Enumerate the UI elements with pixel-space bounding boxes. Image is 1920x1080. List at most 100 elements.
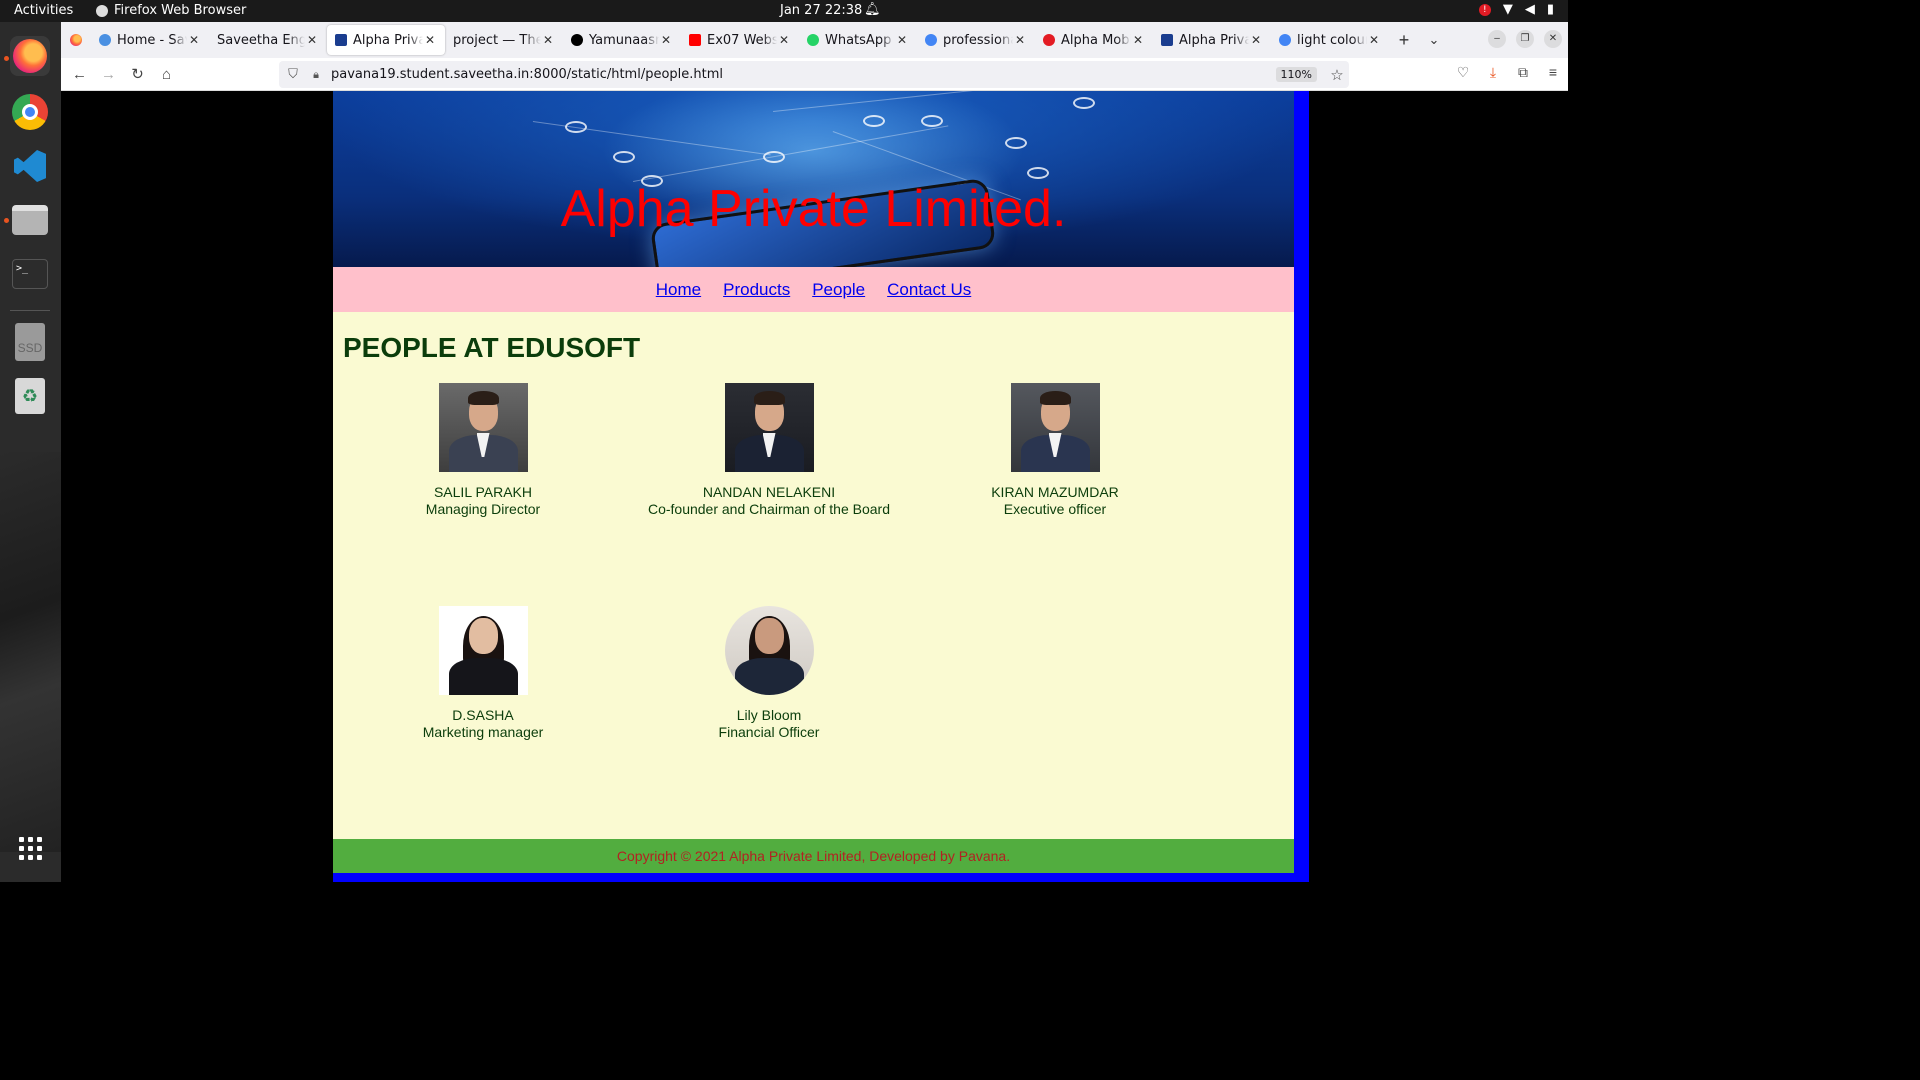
person-name: D.SASHA <box>452 707 514 723</box>
tab-github[interactable]: Yamunaasri/ ✕ <box>563 25 681 55</box>
ssd-drive-icon[interactable]: SSD <box>10 322 50 362</box>
person-name: NANDAN NELAKENI <box>702 484 836 500</box>
system-tray[interactable]: ! ▼ ◀︎ ▮ <box>1478 2 1554 17</box>
list-all-tabs-icon[interactable]: ⌄ <box>1419 32 1449 48</box>
firefox-small-icon <box>96 4 108 17</box>
notification-bell-icon[interactable]: 🔔︎ <box>864 2 881 17</box>
hamburger-menu-icon[interactable]: ≡ <box>1542 64 1564 81</box>
nav-link-home[interactable]: Home <box>656 280 701 300</box>
close-tab-icon[interactable]: ✕ <box>187 33 201 47</box>
app-menu[interactable]: Firefox Web Browser <box>96 3 246 18</box>
tab-saveetha-engineering[interactable]: Saveetha Engineering ✕ <box>209 25 327 55</box>
tab-title: Saveetha Engineering <box>217 32 305 48</box>
app-menu-label: Firefox Web Browser <box>114 3 247 18</box>
tab-alpha-private-active[interactable]: Alpha Private Limited ✕ <box>327 25 445 55</box>
youtube-icon <box>689 34 701 46</box>
close-tab-icon[interactable]: ✕ <box>423 33 437 47</box>
extensions-icon[interactable]: ⧉ <box>1512 64 1534 81</box>
close-tab-icon[interactable]: ✕ <box>1367 33 1381 47</box>
desktop-wallpaper <box>0 452 61 852</box>
close-tab-icon[interactable]: ✕ <box>541 33 555 47</box>
person-photo <box>724 606 814 695</box>
close-tab-icon[interactable]: ✕ <box>1131 33 1145 47</box>
close-tab-icon[interactable]: ✕ <box>659 33 673 47</box>
person-card: NANDAN NELAKENI Co-founder and Chairman … <box>626 383 912 518</box>
tab-favicon-icon <box>99 34 111 46</box>
downloads-icon[interactable]: ⤓ <box>1482 64 1504 81</box>
person-role: Marketing manager <box>422 724 544 740</box>
tab-google-professional[interactable]: professional ✕ <box>917 25 1035 55</box>
tab-youtube[interactable]: Ex07 Website ✕ <box>681 25 799 55</box>
bookmark-star-icon[interactable]: ☆ <box>1325 66 1349 84</box>
nav-link-contact-us[interactable]: Contact Us <box>887 280 971 300</box>
tab-title: professional <box>943 32 1013 48</box>
person-role: Co-founder and Chairman of the Board <box>647 501 891 517</box>
forward-icon[interactable]: → <box>94 66 123 83</box>
alert-icon[interactable]: ! <box>1478 3 1491 16</box>
running-indicator <box>4 218 9 223</box>
person-role: Executive officer <box>1003 501 1107 517</box>
clock[interactable]: Jan 27 22:38 <box>780 3 862 18</box>
dock: >_ SSD ♻ <box>0 22 61 882</box>
tab-whatsapp[interactable]: WhatsApp ✕ <box>799 25 917 55</box>
tab-title: WhatsApp <box>825 32 892 48</box>
people-section: PEOPLE AT EDUSOFT SALIL PARAKH Managing … <box>333 312 1294 839</box>
tab-home-saveetha[interactable]: Home - Saveetha ✕ <box>91 25 209 55</box>
chrome-dock-icon[interactable] <box>10 92 50 132</box>
pocket-icon[interactable]: ♡ <box>1452 64 1474 81</box>
nav-link-products[interactable]: Products <box>723 280 790 300</box>
close-tab-icon[interactable]: ✕ <box>777 33 791 47</box>
lock-icon[interactable]: 🔒︎ <box>307 68 325 82</box>
vscode-dock-icon[interactable] <box>10 146 50 186</box>
tab-title: Alpha Private <box>1179 32 1249 48</box>
firefox-view-button[interactable] <box>61 22 91 58</box>
close-window-icon[interactable]: ✕ <box>1544 30 1562 48</box>
close-tab-icon[interactable]: ✕ <box>895 33 909 47</box>
system-top-bar: Activities Firefox Web Browser Jan 27 22… <box>0 0 1568 22</box>
window-controls: – ❐ ✕ <box>1488 30 1562 48</box>
minimize-icon[interactable]: – <box>1488 30 1506 48</box>
battery-icon[interactable]: ▮ <box>1547 2 1554 17</box>
close-tab-icon[interactable]: ✕ <box>305 33 319 47</box>
wifi-icon[interactable]: ▼ <box>1503 2 1513 17</box>
home-icon[interactable]: ⌂ <box>152 66 181 83</box>
person-photo <box>1010 383 1100 472</box>
tab-strip: Home - Saveetha ✕ Saveetha Engineering ✕… <box>61 22 1568 58</box>
restore-icon[interactable]: ❐ <box>1516 30 1534 48</box>
person-card: D.SASHA Marketing manager <box>340 606 626 741</box>
address-bar[interactable]: ⛉ 🔒︎ pavana19.student.saveetha.in:8000/s… <box>279 61 1349 88</box>
back-icon[interactable]: ← <box>65 66 94 83</box>
trash-icon[interactable]: ♻ <box>10 376 50 416</box>
volume-icon[interactable]: ◀︎ <box>1525 2 1535 17</box>
close-tab-icon[interactable]: ✕ <box>1013 33 1027 47</box>
tracking-shield-icon[interactable]: ⛉ <box>279 67 307 82</box>
zoom-level-badge[interactable]: 110% <box>1275 67 1317 82</box>
activities-button[interactable]: Activities <box>14 3 73 18</box>
tab-theia-project[interactable]: project — Theia ✕ <box>445 25 563 55</box>
url-text[interactable]: pavana19.student.saveetha.in:8000/static… <box>325 67 1276 82</box>
site-nav-menu: Home Products People Contact Us <box>333 267 1294 312</box>
person-name: KIRAN MAZUMDAR <box>991 484 1119 500</box>
tab-favicon-icon <box>1161 34 1173 46</box>
toolbar-right: ♡ ⤓ ⧉ ≡ <box>1452 64 1564 81</box>
person-card: KIRAN MAZUMDAR Executive officer <box>912 383 1198 518</box>
tab-alpha-mobile[interactable]: Alpha Mobile ✕ <box>1035 25 1153 55</box>
tab-alpha-private-2[interactable]: Alpha Private ✕ <box>1153 25 1271 55</box>
reload-icon[interactable]: ↻ <box>123 65 152 83</box>
tab-google-light-colours[interactable]: light colours ✕ <box>1271 25 1389 55</box>
github-icon <box>571 34 583 46</box>
close-tab-icon[interactable]: ✕ <box>1249 33 1263 47</box>
nav-link-people[interactable]: People <box>812 280 865 300</box>
firefox-dock-icon[interactable] <box>10 36 50 76</box>
tab-favicon-icon <box>1043 34 1055 46</box>
tab-title: Home - Saveetha <box>117 32 187 48</box>
new-tab-button[interactable]: + <box>1389 30 1419 51</box>
firefox-window: Home - Saveetha ✕ Saveetha Engineering ✕… <box>61 22 1568 882</box>
person-role: Managing Director <box>425 501 541 517</box>
terminal-dock-icon[interactable]: >_ <box>10 254 50 294</box>
files-dock-icon[interactable] <box>10 200 50 240</box>
tab-favicon-icon <box>335 34 347 46</box>
show-applications-icon[interactable] <box>10 828 50 868</box>
person-card: Lily Bloom Financial Officer <box>626 606 912 741</box>
header-banner: Alpha Private Limited. <box>333 91 1294 267</box>
